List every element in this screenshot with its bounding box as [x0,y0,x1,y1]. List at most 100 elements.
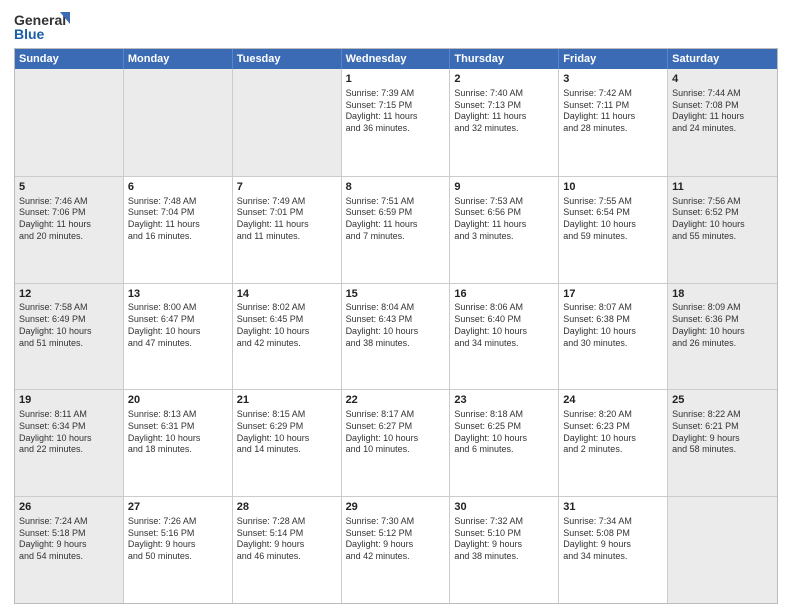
calendar-day-30: 30Sunrise: 7:32 AM Sunset: 5:10 PM Dayli… [450,497,559,603]
day-number: 2 [454,72,554,87]
day-number: 22 [346,393,446,408]
calendar-empty-cell [233,69,342,176]
day-number: 21 [237,393,337,408]
day-info: Sunrise: 7:44 AM Sunset: 7:08 PM Dayligh… [672,88,773,135]
calendar-body: 1Sunrise: 7:39 AM Sunset: 7:15 PM Daylig… [15,69,777,603]
day-number: 15 [346,287,446,302]
day-info: Sunrise: 8:22 AM Sunset: 6:21 PM Dayligh… [672,409,773,456]
day-info: Sunrise: 8:06 AM Sunset: 6:40 PM Dayligh… [454,302,554,349]
calendar-empty-cell [124,69,233,176]
calendar-day-3: 3Sunrise: 7:42 AM Sunset: 7:11 PM Daylig… [559,69,668,176]
calendar-day-20: 20Sunrise: 8:13 AM Sunset: 6:31 PM Dayli… [124,390,233,496]
calendar-day-12: 12Sunrise: 7:58 AM Sunset: 6:49 PM Dayli… [15,284,124,390]
calendar-header: SundayMondayTuesdayWednesdayThursdayFrid… [15,49,777,69]
day-info: Sunrise: 7:34 AM Sunset: 5:08 PM Dayligh… [563,516,663,563]
logo: GeneralBlue [14,10,70,42]
day-number: 3 [563,72,663,87]
calendar-day-25: 25Sunrise: 8:22 AM Sunset: 6:21 PM Dayli… [668,390,777,496]
day-number: 19 [19,393,119,408]
day-info: Sunrise: 7:32 AM Sunset: 5:10 PM Dayligh… [454,516,554,563]
calendar-day-15: 15Sunrise: 8:04 AM Sunset: 6:43 PM Dayli… [342,284,451,390]
day-number: 10 [563,180,663,195]
day-info: Sunrise: 8:13 AM Sunset: 6:31 PM Dayligh… [128,409,228,456]
day-info: Sunrise: 8:11 AM Sunset: 6:34 PM Dayligh… [19,409,119,456]
day-info: Sunrise: 8:15 AM Sunset: 6:29 PM Dayligh… [237,409,337,456]
day-number: 8 [346,180,446,195]
calendar-day-1: 1Sunrise: 7:39 AM Sunset: 7:15 PM Daylig… [342,69,451,176]
calendar-day-13: 13Sunrise: 8:00 AM Sunset: 6:47 PM Dayli… [124,284,233,390]
day-number: 29 [346,500,446,515]
day-number: 30 [454,500,554,515]
day-info: Sunrise: 7:26 AM Sunset: 5:16 PM Dayligh… [128,516,228,563]
svg-text:Blue: Blue [14,26,45,42]
day-info: Sunrise: 8:00 AM Sunset: 6:47 PM Dayligh… [128,302,228,349]
day-info: Sunrise: 8:04 AM Sunset: 6:43 PM Dayligh… [346,302,446,349]
day-number: 7 [237,180,337,195]
calendar-day-19: 19Sunrise: 8:11 AM Sunset: 6:34 PM Dayli… [15,390,124,496]
logo-svg: GeneralBlue [14,10,70,42]
day-info: Sunrise: 7:48 AM Sunset: 7:04 PM Dayligh… [128,196,228,243]
calendar-day-21: 21Sunrise: 8:15 AM Sunset: 6:29 PM Dayli… [233,390,342,496]
day-info: Sunrise: 7:40 AM Sunset: 7:13 PM Dayligh… [454,88,554,135]
day-info: Sunrise: 8:02 AM Sunset: 6:45 PM Dayligh… [237,302,337,349]
calendar-day-22: 22Sunrise: 8:17 AM Sunset: 6:27 PM Dayli… [342,390,451,496]
day-info: Sunrise: 8:09 AM Sunset: 6:36 PM Dayligh… [672,302,773,349]
calendar-week-3: 12Sunrise: 7:58 AM Sunset: 6:49 PM Dayli… [15,283,777,390]
calendar-day-23: 23Sunrise: 8:18 AM Sunset: 6:25 PM Dayli… [450,390,559,496]
day-number: 18 [672,287,773,302]
weekday-header-thursday: Thursday [450,49,559,69]
calendar-day-6: 6Sunrise: 7:48 AM Sunset: 7:04 PM Daylig… [124,177,233,283]
day-number: 25 [672,393,773,408]
day-info: Sunrise: 7:51 AM Sunset: 6:59 PM Dayligh… [346,196,446,243]
calendar-day-7: 7Sunrise: 7:49 AM Sunset: 7:01 PM Daylig… [233,177,342,283]
day-info: Sunrise: 7:39 AM Sunset: 7:15 PM Dayligh… [346,88,446,135]
day-info: Sunrise: 7:53 AM Sunset: 6:56 PM Dayligh… [454,196,554,243]
weekday-header-sunday: Sunday [15,49,124,69]
calendar-day-16: 16Sunrise: 8:06 AM Sunset: 6:40 PM Dayli… [450,284,559,390]
day-number: 11 [672,180,773,195]
day-info: Sunrise: 7:28 AM Sunset: 5:14 PM Dayligh… [237,516,337,563]
day-number: 14 [237,287,337,302]
day-number: 5 [19,180,119,195]
calendar-week-1: 1Sunrise: 7:39 AM Sunset: 7:15 PM Daylig… [15,69,777,176]
calendar-day-14: 14Sunrise: 8:02 AM Sunset: 6:45 PM Dayli… [233,284,342,390]
calendar-day-8: 8Sunrise: 7:51 AM Sunset: 6:59 PM Daylig… [342,177,451,283]
calendar-day-17: 17Sunrise: 8:07 AM Sunset: 6:38 PM Dayli… [559,284,668,390]
day-info: Sunrise: 7:30 AM Sunset: 5:12 PM Dayligh… [346,516,446,563]
calendar-day-28: 28Sunrise: 7:28 AM Sunset: 5:14 PM Dayli… [233,497,342,603]
day-info: Sunrise: 7:56 AM Sunset: 6:52 PM Dayligh… [672,196,773,243]
day-number: 16 [454,287,554,302]
calendar-day-18: 18Sunrise: 8:09 AM Sunset: 6:36 PM Dayli… [668,284,777,390]
calendar-week-2: 5Sunrise: 7:46 AM Sunset: 7:06 PM Daylig… [15,176,777,283]
calendar: SundayMondayTuesdayWednesdayThursdayFrid… [14,48,778,604]
day-info: Sunrise: 8:20 AM Sunset: 6:23 PM Dayligh… [563,409,663,456]
day-number: 13 [128,287,228,302]
day-info: Sunrise: 7:24 AM Sunset: 5:18 PM Dayligh… [19,516,119,563]
weekday-header-wednesday: Wednesday [342,49,451,69]
day-info: Sunrise: 8:07 AM Sunset: 6:38 PM Dayligh… [563,302,663,349]
calendar-day-10: 10Sunrise: 7:55 AM Sunset: 6:54 PM Dayli… [559,177,668,283]
page-header: GeneralBlue [14,10,778,42]
day-number: 9 [454,180,554,195]
day-info: Sunrise: 8:18 AM Sunset: 6:25 PM Dayligh… [454,409,554,456]
day-number: 1 [346,72,446,87]
day-info: Sunrise: 7:55 AM Sunset: 6:54 PM Dayligh… [563,196,663,243]
day-number: 24 [563,393,663,408]
calendar-day-2: 2Sunrise: 7:40 AM Sunset: 7:13 PM Daylig… [450,69,559,176]
day-number: 26 [19,500,119,515]
day-number: 17 [563,287,663,302]
calendar-empty-cell [15,69,124,176]
day-info: Sunrise: 7:42 AM Sunset: 7:11 PM Dayligh… [563,88,663,135]
day-number: 31 [563,500,663,515]
day-number: 6 [128,180,228,195]
calendar-week-5: 26Sunrise: 7:24 AM Sunset: 5:18 PM Dayli… [15,496,777,603]
calendar-day-24: 24Sunrise: 8:20 AM Sunset: 6:23 PM Dayli… [559,390,668,496]
day-number: 23 [454,393,554,408]
calendar-day-29: 29Sunrise: 7:30 AM Sunset: 5:12 PM Dayli… [342,497,451,603]
day-info: Sunrise: 7:58 AM Sunset: 6:49 PM Dayligh… [19,302,119,349]
calendar-day-5: 5Sunrise: 7:46 AM Sunset: 7:06 PM Daylig… [15,177,124,283]
day-number: 20 [128,393,228,408]
calendar-day-27: 27Sunrise: 7:26 AM Sunset: 5:16 PM Dayli… [124,497,233,603]
day-info: Sunrise: 7:46 AM Sunset: 7:06 PM Dayligh… [19,196,119,243]
calendar-day-9: 9Sunrise: 7:53 AM Sunset: 6:56 PM Daylig… [450,177,559,283]
